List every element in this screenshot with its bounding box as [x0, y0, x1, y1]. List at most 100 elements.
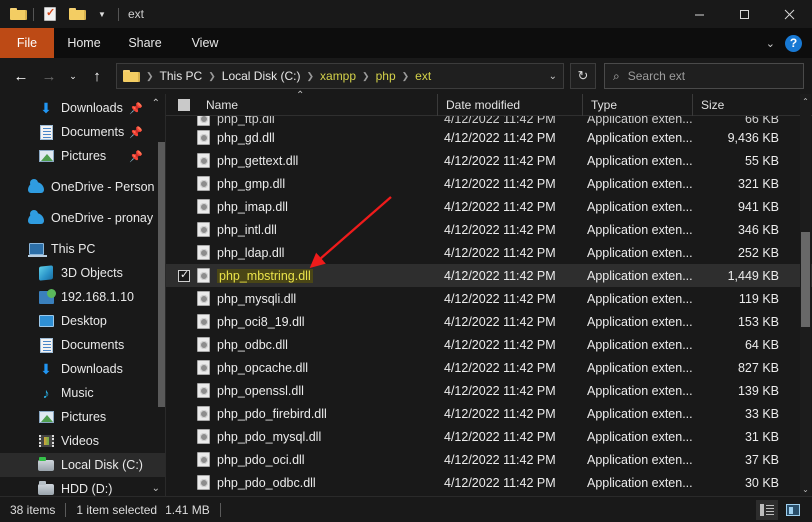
sidebar-item-local-disk-c[interactable]: Local Disk (C:)	[0, 453, 165, 477]
cell-file-name[interactable]: php_odbc.dll	[217, 338, 442, 352]
cell-file-name[interactable]: php_pdo_mysql.dll	[217, 430, 442, 444]
breadcrumb-item-xampp[interactable]: xampp	[318, 69, 358, 83]
table-row[interactable]: php_pdo_firebird.dll 4/12/2022 11:42 PM Ap…	[166, 402, 812, 425]
sidebar-item-documents[interactable]: Documents	[0, 333, 165, 357]
minimize-icon[interactable]	[677, 0, 722, 28]
tab-view[interactable]: View	[176, 28, 234, 58]
column-header-date-modified[interactable]: Date modified	[437, 93, 582, 116]
select-all-checkbox[interactable]	[178, 98, 190, 111]
table-row[interactable]: php_opcache.dll 4/12/2022 11:42 PM Applica…	[166, 356, 812, 379]
recent-locations-icon[interactable]: ⌄	[64, 63, 82, 89]
maximize-icon[interactable]	[722, 0, 767, 28]
back-arrow-icon[interactable]: ←	[8, 63, 34, 89]
refresh-icon[interactable]: ↻	[570, 63, 596, 89]
column-header-name[interactable]: Name	[198, 94, 437, 116]
sidebar-item-this-pc[interactable]: This PC	[0, 237, 165, 261]
large-icons-view-icon[interactable]	[782, 500, 804, 520]
cell-file-name[interactable]: php_openssl.dll	[217, 384, 442, 398]
table-row[interactable]: php_intl.dll 4/12/2022 11:42 PM Applicatio…	[166, 218, 812, 241]
row-checkbox[interactable]	[178, 316, 190, 328]
row-checkbox[interactable]	[178, 362, 190, 374]
search-input[interactable]: ⌕ Search ext	[604, 63, 804, 89]
breadcrumb-item-php[interactable]: php	[374, 69, 398, 83]
sidebar-item-downloads[interactable]: ⬇ Downloads	[0, 357, 165, 381]
table-row[interactable]: php_pdo_oci.dll 4/12/2022 11:42 PM Applica…	[166, 448, 812, 471]
row-checkbox[interactable]	[178, 201, 190, 213]
sidebar-item-music[interactable]: ♪ Music	[0, 381, 165, 405]
sidebar-item-desktop[interactable]: Desktop	[0, 309, 165, 333]
cell-file-name[interactable]: php_ldap.dll	[217, 246, 442, 260]
help-button[interactable]: ?	[785, 34, 802, 52]
sidebar-item-documents-quick[interactable]: Documents 📌	[0, 120, 165, 144]
cell-file-name[interactable]: php_pdo_firebird.dll	[217, 407, 442, 421]
cell-file-name[interactable]: php_pdo_oci.dll	[217, 453, 442, 467]
table-row[interactable]: php_ldap.dll 4/12/2022 11:42 PM Applicatio…	[166, 241, 812, 264]
table-row[interactable]: php_gd.dll 4/12/2022 11:42 PM Application …	[166, 126, 812, 149]
sidebar-item-videos[interactable]: Videos	[0, 429, 165, 453]
chevron-up-icon[interactable]: ⌃	[152, 98, 160, 109]
row-checkbox[interactable]	[178, 431, 190, 443]
forward-arrow-icon[interactable]: →	[36, 63, 62, 89]
row-checkbox[interactable]	[178, 454, 190, 466]
sidebar-item-onedrive-pronay[interactable]: OneDrive - pronay	[0, 206, 165, 230]
table-row[interactable]: php_mbstring.dll 4/12/2022 11:42 PM Applic…	[166, 264, 812, 287]
sidebar-item-3d-objects[interactable]: 3D Objects	[0, 261, 165, 285]
column-header-size[interactable]: Size	[692, 93, 782, 116]
column-header-type[interactable]: Type	[582, 93, 692, 116]
tab-file[interactable]: File	[0, 28, 54, 58]
cell-file-name[interactable]: php_pdo_odbc.dll	[217, 476, 442, 490]
chevron-down-icon[interactable]: ⌄	[152, 483, 160, 494]
sidebar-item-pictures[interactable]: Pictures	[0, 405, 165, 429]
sidebar-item-hdd-d[interactable]: HDD (D:)	[0, 477, 165, 496]
breadcrumb[interactable]: ❯ This PC ❯ Local Disk (C:) ❯ xampp ❯ ph…	[116, 63, 564, 89]
scrollbar-thumb[interactable]	[801, 232, 810, 327]
cell-file-name[interactable]: php_oci8_19.dll	[217, 315, 442, 329]
cell-file-name[interactable]: php_imap.dll	[217, 200, 442, 214]
tab-share[interactable]: Share	[114, 28, 176, 58]
chevron-down-icon[interactable]: ⌄	[543, 71, 557, 82]
pin-icon[interactable]: 📌	[129, 150, 143, 163]
row-checkbox[interactable]	[178, 477, 190, 489]
table-row[interactable]: php_oci8_19.dll 4/12/2022 11:42 PM Applica…	[166, 310, 812, 333]
row-checkbox[interactable]	[178, 116, 190, 126]
breadcrumb-item-ext[interactable]: ext	[413, 69, 433, 83]
file-list-scrollbar[interactable]: ⌃ ⌄	[800, 94, 811, 496]
sidebar-item-pictures-quick[interactable]: Pictures 📌	[0, 144, 165, 168]
up-arrow-icon[interactable]: ↑	[84, 63, 110, 89]
breadcrumb-item-this-pc[interactable]: This PC	[158, 69, 205, 83]
close-icon[interactable]	[767, 0, 812, 28]
row-checkbox[interactable]	[178, 178, 190, 190]
table-row[interactable]: php_pdo_mysql.dll 4/12/2022 11:42 PM Appli…	[166, 425, 812, 448]
row-checkbox[interactable]	[178, 339, 190, 351]
cell-file-name[interactable]: php_opcache.dll	[217, 361, 442, 375]
cell-file-name[interactable]: php_gettext.dll	[217, 154, 442, 168]
cell-file-name[interactable]: php_intl.dll	[217, 223, 442, 237]
row-checkbox[interactable]	[178, 268, 190, 282]
details-view-icon[interactable]	[756, 499, 778, 520]
cell-file-name[interactable]: php_ftp.dll	[217, 116, 442, 126]
table-row[interactable]: php_odbc.dll 4/12/2022 11:42 PM Applicatio…	[166, 333, 812, 356]
sidebar-scrollbar[interactable]	[158, 142, 165, 407]
table-row[interactable]: php_gettext.dll 4/12/2022 11:42 PM Applica…	[166, 149, 812, 172]
row-checkbox[interactable]	[178, 408, 190, 420]
pin-icon[interactable]: 📌	[129, 102, 143, 115]
sidebar-item-network-drive[interactable]: 192.168.1.10	[0, 285, 165, 309]
breadcrumb-item-local-disk[interactable]: Local Disk (C:)	[220, 69, 303, 83]
scroll-up-icon[interactable]: ⌃	[800, 94, 811, 108]
sidebar-item-onedrive-personal[interactable]: OneDrive - Person	[0, 175, 165, 199]
scroll-down-icon[interactable]: ⌄	[800, 482, 811, 496]
customize-quick-access-icon[interactable]: ▼	[89, 2, 115, 26]
table-row[interactable]: php_openssl.dll 4/12/2022 11:42 PM Applica…	[166, 379, 812, 402]
sidebar-item-downloads-quick[interactable]: ⬇ Downloads 📌	[0, 96, 165, 120]
chevron-down-icon[interactable]: ⌄	[766, 37, 775, 50]
properties-icon[interactable]	[37, 2, 63, 26]
folder-icon[interactable]	[4, 2, 30, 26]
table-row[interactable]: php_pdo_pgsql.dll4/12/2022 11:42 PMAppli…	[166, 494, 812, 496]
row-checkbox[interactable]	[178, 132, 190, 144]
row-checkbox[interactable]	[178, 247, 190, 259]
new-folder-icon[interactable]	[63, 2, 89, 26]
table-row[interactable]: php_ftp.dll 4/12/2022 11:42 PM Application…	[166, 116, 812, 126]
table-row[interactable]: php_gmp.dll 4/12/2022 11:42 PM Application…	[166, 172, 812, 195]
pin-icon[interactable]: 📌	[129, 126, 143, 139]
cell-file-name[interactable]: php_gd.dll	[217, 131, 442, 145]
